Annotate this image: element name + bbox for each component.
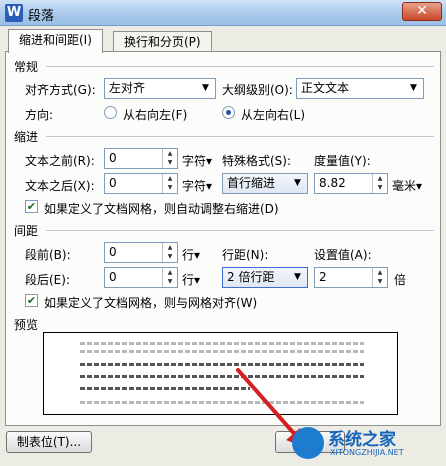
watermark-logo-icon [292,427,324,459]
title-bar: W 段落 ✕ [0,0,446,26]
wps-writer-icon: W [5,4,23,22]
site-watermark: 系统之家 XITONGZHIJIA.NET [292,423,444,463]
tab-indent-spacing[interactable]: 缩进和间距(I) [8,29,103,53]
watermark-url: XITONGZHIJIA.NET [330,448,404,457]
watermark-text: 系统之家 [328,430,396,450]
dialog-title: 段落 [28,9,55,24]
close-button[interactable]: ✕ [402,2,442,21]
annotation-arrow-icon [236,368,306,448]
dialog-body: 缩进和间距(I) 换行和分页(P) 常规 对齐方式(G): 左对齐 ▼ 大纲级别… [0,26,446,466]
